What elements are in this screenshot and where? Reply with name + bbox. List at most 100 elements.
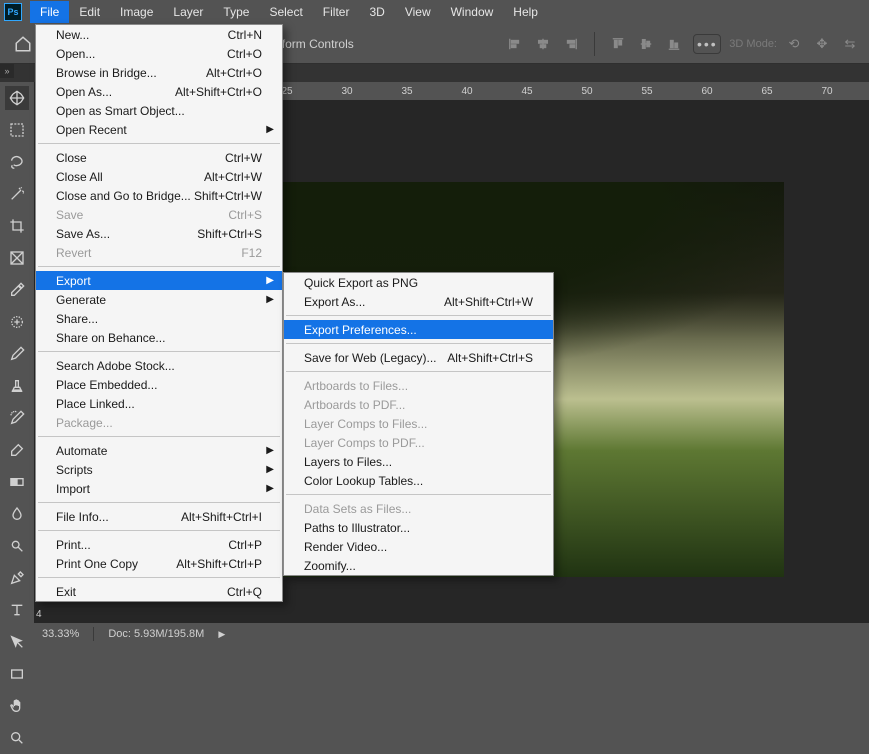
crop-tool[interactable] [5,214,29,238]
menu-item-label: Open... [56,47,227,61]
menu-item-label: Close All [56,170,204,184]
more-options-button[interactable]: ••• [693,34,721,54]
align-left-icon[interactable] [504,33,526,55]
file-menu-item-new[interactable]: New...Ctrl+N [36,25,282,44]
path-selection-tool[interactable] [5,630,29,654]
magic-wand-tool[interactable] [5,182,29,206]
menu-view[interactable]: View [395,1,441,23]
history-brush-tool[interactable] [5,406,29,430]
hand-tool[interactable] [5,694,29,718]
file-menu-item-close-and-go-to-bridge[interactable]: Close and Go to Bridge...Shift+Ctrl+W [36,186,282,205]
zoom-level[interactable]: 33.33% [42,628,79,640]
menu-image[interactable]: Image [110,1,163,23]
menu-item-label: Color Lookup Tables... [304,474,533,488]
brush-tool[interactable] [5,342,29,366]
orbit-icon[interactable]: ⟲ [783,33,805,55]
healing-brush-tool[interactable] [5,310,29,334]
export-menu-item-zoomify[interactable]: Zoomify... [284,556,553,575]
menu-filter[interactable]: Filter [313,1,360,23]
menu-3d[interactable]: 3D [359,1,394,23]
menu-help[interactable]: Help [503,1,548,23]
tab-indicator: 4 [36,609,42,620]
export-menu-item-save-for-web-legacy[interactable]: Save for Web (Legacy)...Alt+Shift+Ctrl+S [284,348,553,367]
lasso-tool[interactable] [5,150,29,174]
file-menu-item-generate[interactable]: Generate▶ [36,290,282,309]
blur-tool[interactable] [5,502,29,526]
export-menu-item-quick-export-as-png[interactable]: Quick Export as PNG [284,273,553,292]
ruler-tick: 40 [452,86,482,97]
menu-item-shortcut: Ctrl+O [227,47,262,61]
file-menu-item-place-linked[interactable]: Place Linked... [36,394,282,413]
home-icon[interactable] [8,29,38,59]
file-menu-item-file-info[interactable]: File Info...Alt+Shift+Ctrl+I [36,507,282,526]
move-tool[interactable] [5,86,29,110]
gradient-tool[interactable] [5,470,29,494]
file-menu-item-open[interactable]: Open...Ctrl+O [36,44,282,63]
panel-expand-icon[interactable]: » [0,64,14,78]
menu-item-label: Open as Smart Object... [56,104,262,118]
menu-file[interactable]: File [30,1,69,23]
menu-item-shortcut: Ctrl+Q [227,585,262,599]
menu-edit[interactable]: Edit [69,1,110,23]
zoom-tool[interactable] [5,726,29,750]
menu-item-shortcut: Alt+Shift+Ctrl+W [444,295,533,309]
menu-window[interactable]: Window [441,1,504,23]
file-menu-item-open-as[interactable]: Open As...Alt+Shift+Ctrl+O [36,82,282,101]
file-menu-item-print[interactable]: Print...Ctrl+P [36,535,282,554]
pan-3d-icon[interactable]: ✥ [811,33,833,55]
export-menu-item-artboards-to-files: Artboards to Files... [284,376,553,395]
menu-item-label: Close and Go to Bridge... [56,189,194,203]
rectangle-tool[interactable] [5,662,29,686]
menu-item-label: Automate [56,444,262,458]
eyedropper-tool[interactable] [5,278,29,302]
align-middle-icon[interactable] [635,33,657,55]
ruler-tick: 45 [512,86,542,97]
dodge-tool[interactable] [5,534,29,558]
export-menu-item-export-as[interactable]: Export As...Alt+Shift+Ctrl+W [284,292,553,311]
file-menu-item-share-on-behance[interactable]: Share on Behance... [36,328,282,347]
type-tool[interactable] [5,598,29,622]
menu-separator [38,577,280,578]
separator [594,32,595,56]
frame-tool[interactable] [5,246,29,270]
file-menu-item-share[interactable]: Share... [36,309,282,328]
align-top-icon[interactable] [607,33,629,55]
export-menu-item-paths-to-illustrator[interactable]: Paths to Illustrator... [284,518,553,537]
eraser-tool[interactable] [5,438,29,462]
menu-separator [286,371,551,372]
submenu-arrow-icon: ▶ [266,124,274,135]
menu-item-label: Export Preferences... [304,323,533,337]
doc-size[interactable]: Doc: 5.93M/195.8M [108,628,204,640]
file-menu-item-print-one-copy[interactable]: Print One CopyAlt+Shift+Ctrl+P [36,554,282,573]
marquee-tool[interactable] [5,118,29,142]
export-menu-item-layers-to-files[interactable]: Layers to Files... [284,452,553,471]
toolbar [0,82,34,754]
export-menu-item-color-lookup-tables[interactable]: Color Lookup Tables... [284,471,553,490]
file-menu-item-search-adobe-stock[interactable]: Search Adobe Stock... [36,356,282,375]
pen-tool[interactable] [5,566,29,590]
menu-type[interactable]: Type [213,1,259,23]
file-menu-item-import[interactable]: Import▶ [36,479,282,498]
file-menu-item-place-embedded[interactable]: Place Embedded... [36,375,282,394]
align-bottom-icon[interactable] [663,33,685,55]
file-menu-item-close[interactable]: CloseCtrl+W [36,148,282,167]
file-menu-item-save-as[interactable]: Save As...Shift+Ctrl+S [36,224,282,243]
file-menu-item-close-all[interactable]: Close AllAlt+Ctrl+W [36,167,282,186]
slide-3d-icon[interactable]: ⇆ [839,33,861,55]
file-menu-item-open-recent[interactable]: Open Recent▶ [36,120,282,139]
file-menu-item-automate[interactable]: Automate▶ [36,441,282,460]
clone-stamp-tool[interactable] [5,374,29,398]
status-arrow-icon[interactable]: ▶ [218,629,225,640]
menu-item-label: Place Embedded... [56,378,262,392]
file-menu-item-browse-in-bridge[interactable]: Browse in Bridge...Alt+Ctrl+O [36,63,282,82]
file-menu-item-export[interactable]: Export▶ [36,271,282,290]
file-menu-item-open-as-smart-object[interactable]: Open as Smart Object... [36,101,282,120]
file-menu-item-exit[interactable]: ExitCtrl+Q [36,582,282,601]
menu-layer[interactable]: Layer [163,1,213,23]
align-center-h-icon[interactable] [532,33,554,55]
export-menu-item-render-video[interactable]: Render Video... [284,537,553,556]
export-menu-item-export-preferences[interactable]: Export Preferences... [284,320,553,339]
menu-select[interactable]: Select [259,1,312,23]
file-menu-item-scripts[interactable]: Scripts▶ [36,460,282,479]
align-right-icon[interactable] [560,33,582,55]
